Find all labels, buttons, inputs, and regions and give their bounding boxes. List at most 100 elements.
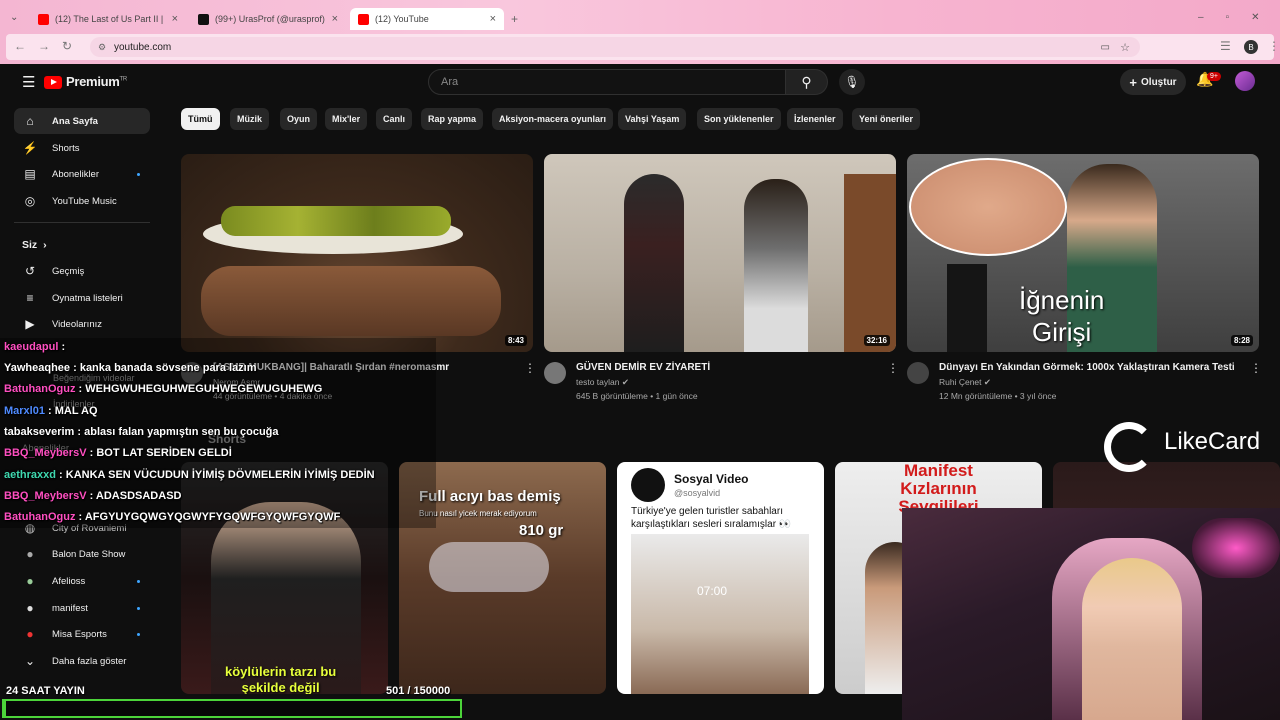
sidebar-show-more[interactable]: ⌄ Daha fazla göster: [14, 648, 150, 674]
sidebar-item-playlists[interactable]: ≡ Oynatma listeleri: [14, 285, 150, 311]
sidebar-item-your-videos[interactable]: ▶ Videolarınız: [14, 311, 150, 337]
chip-action-adventure[interactable]: Aksiyon-macera oyunları: [492, 108, 614, 130]
chat-message: tabakseverim : ablası falan yapmıştın se…: [4, 426, 279, 438]
chat-username: BBQ_MeybersV: [4, 490, 87, 502]
chip-mixes[interactable]: Mix'ler: [325, 108, 368, 130]
close-tab-icon[interactable]: ×: [172, 13, 178, 25]
chip-new-to-you[interactable]: Yeni öneriler: [852, 108, 921, 130]
browser-tab-1[interactable]: (12) The Last of Us Part II | Hikâ ×: [30, 8, 186, 30]
sidebar-item-label: Oynatma listeleri: [52, 292, 123, 304]
voice-search-button[interactable]: 🎙: [839, 69, 865, 95]
browser-tab-2[interactable]: (99+) UrasProf (@urasprof) | TikT ×: [190, 8, 346, 30]
forward-icon[interactable]: →: [38, 39, 50, 53]
search-button[interactable]: ⚲: [786, 69, 828, 95]
thumbnail-door: [844, 174, 896, 352]
your-videos-icon: ▶: [25, 317, 35, 331]
channel-name[interactable]: Ruhi Çenet ✔: [939, 377, 991, 388]
chip-live[interactable]: Canlı: [376, 108, 413, 130]
chat-text: : ablası falan yapmıştın sen bu çocuğa: [74, 426, 279, 438]
close-window-icon[interactable]: ✕: [1251, 12, 1259, 23]
chat-message: Marxl01 : MAL AQ: [4, 405, 98, 417]
thumbnail-magnified-skin: [909, 158, 1067, 256]
bookmark-star-icon[interactable]: ☆: [1120, 41, 1130, 54]
chip-recently-uploaded[interactable]: Son yüklenenler: [697, 108, 781, 130]
sidebar-sub-misa-esports[interactable]: ● Misa Esports: [14, 621, 150, 647]
youtube-logo-icon[interactable]: [44, 76, 62, 89]
sidebar-item-label: Geçmiş: [52, 265, 85, 277]
sidebar-sub-afelioss[interactable]: ● Afelioss: [14, 568, 150, 594]
sidebar-item-history[interactable]: ↺ Geçmiş: [14, 258, 150, 284]
hamburger-menu-icon[interactable]: ☰: [22, 73, 35, 91]
channel-avatar[interactable]: [907, 362, 929, 384]
account-handle: @sosyalvid: [674, 488, 721, 498]
browser-tab-3[interactable]: (12) YouTube ×: [350, 8, 504, 30]
sidebar-item-subscriptions[interactable]: ▤ Abonelikler: [14, 161, 150, 187]
menu-icon[interactable]: ⋮: [1268, 39, 1280, 53]
channel-name[interactable]: testo taylan ✔: [576, 377, 629, 388]
minimize-icon[interactable]: –: [1198, 12, 1204, 23]
short-card[interactable]: Sosyal Video @sosyalvid Türkiye'ye gelen…: [617, 462, 824, 694]
profile-button[interactable]: B: [1244, 40, 1258, 54]
cast-icon[interactable]: ▭: [1101, 42, 1110, 53]
create-label: Oluştur: [1141, 76, 1177, 88]
chip-watched[interactable]: İzlenenler: [787, 108, 843, 130]
url-text: youtube.com: [114, 41, 172, 53]
short-weight-label: 810 gr: [519, 522, 564, 539]
extensions-icon[interactable]: ☰: [1220, 39, 1231, 53]
home-icon: ⌂: [26, 114, 34, 128]
video-title[interactable]: Dünyayı En Yakından Görmek: 1000x Yaklaş…: [939, 362, 1235, 373]
account-avatar[interactable]: [1235, 71, 1255, 91]
chevron-right-icon: ›: [43, 239, 47, 251]
sidebar-item-shorts[interactable]: ⚡ Shorts: [14, 135, 150, 161]
address-bar: ← → ↻ ⚙ youtube.com ☆ ▭ ☰ B ⋮: [6, 34, 1280, 60]
create-button[interactable]: + Oluştur: [1120, 69, 1186, 95]
chip-music[interactable]: Müzik: [230, 108, 270, 130]
channel-avatar-icon: ●: [26, 627, 34, 641]
search-input[interactable]: Ara: [428, 69, 786, 95]
new-tab-icon[interactable]: +: [511, 12, 518, 26]
thumbnail-camera: [947, 264, 987, 352]
reload-icon[interactable]: ↻: [62, 39, 72, 53]
tab-list-button[interactable]: ⌄: [10, 12, 18, 23]
goal-progress-bar: [2, 699, 462, 718]
sidebar-item-label: Abonelikler: [52, 168, 99, 180]
close-tab-icon[interactable]: ×: [332, 13, 338, 25]
subscriptions-icon: ▤: [24, 167, 36, 181]
video-thumbnail[interactable]: İğnenin Girişi 8:28: [907, 154, 1259, 352]
sidebar-item-label: Misa Esports: [52, 628, 107, 640]
tiktok-favicon-icon: [198, 13, 209, 25]
chat-username: BatuhanOguz: [4, 383, 76, 395]
back-icon[interactable]: ←: [14, 39, 26, 53]
channel-avatar[interactable]: [544, 362, 566, 384]
tab-title: (12) YouTube: [375, 14, 429, 24]
sidebar-item-home[interactable]: ⌂ Ana Sayfa: [14, 108, 150, 134]
new-content-dot: [137, 579, 140, 583]
site-info-icon[interactable]: ⚙: [98, 42, 106, 53]
webcam-light: [1192, 518, 1280, 578]
url-field[interactable]: ⚙ youtube.com ☆ ▭: [90, 37, 1140, 57]
chip-all[interactable]: Tümü: [181, 108, 220, 130]
sidebar-you-header[interactable]: Siz ›: [14, 232, 150, 258]
video-title[interactable]: GÜVEN DEMİR EV ZİYARETİ: [576, 362, 710, 373]
chip-gaming[interactable]: Oyun: [280, 108, 318, 130]
more-options-icon[interactable]: ⋮: [524, 361, 536, 375]
sidebar-sub-manifest[interactable]: ● manifest: [14, 595, 150, 621]
more-options-icon[interactable]: ⋮: [1250, 361, 1262, 375]
chat-message: BatuhanOguz : AFGYUYGQWGYQGWYFYGQWFGYQWF…: [4, 511, 340, 523]
chip-wildlife[interactable]: Vahşi Yaşam: [618, 108, 687, 130]
close-tab-icon[interactable]: ×: [490, 13, 496, 25]
video-thumbnail[interactable]: 32:16: [544, 154, 896, 352]
verified-icon: ✔: [621, 377, 629, 387]
overlay-line: İğnenin: [1019, 285, 1105, 315]
more-options-icon[interactable]: ⋮: [887, 361, 899, 375]
video-thumbnail[interactable]: 8:43: [181, 154, 533, 352]
sidebar-item-label: manifest: [52, 602, 88, 614]
account-name: Sosyal Video: [674, 472, 749, 486]
history-icon: ↺: [24, 264, 36, 278]
sidebar-item-label: Ana Sayfa: [52, 115, 98, 127]
maximize-icon[interactable]: ▫: [1226, 12, 1230, 23]
chip-rap[interactable]: Rap yapma: [421, 108, 484, 130]
sidebar-sub-balon-date-show[interactable]: ● Balon Date Show: [14, 541, 150, 567]
sidebar-item-youtube-music[interactable]: ◎ YouTube Music: [14, 188, 150, 214]
chat-message: BBQ_MeybersV : ADASDSADASD: [4, 490, 181, 502]
